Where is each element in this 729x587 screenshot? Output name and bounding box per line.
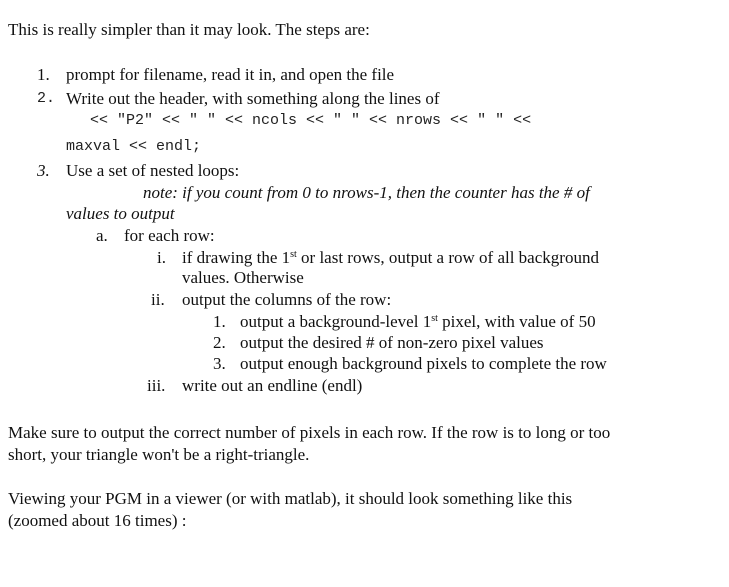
header-code-line-2: maxval << endl; xyxy=(66,138,202,155)
step-1-text: prompt for filename, read it in, and ope… xyxy=(66,65,395,84)
item-ii-1-text: output a background-level 1st pixel, wit… xyxy=(240,312,596,332)
step-2-text: Write out the header, with something alo… xyxy=(66,89,440,108)
item-ii-1-text-part: pixel, with value of 50 xyxy=(437,312,596,331)
item-ii-3-marker: 3. xyxy=(213,354,226,373)
item-i-text-part: if drawing the 1 xyxy=(182,248,291,267)
note-line-1: note: if you count from 0 to nrows-1, th… xyxy=(143,183,590,202)
substep-a-marker: a. xyxy=(96,226,108,245)
item-ii-1-superscript: st xyxy=(431,313,438,324)
item-i-marker: i. xyxy=(157,248,166,267)
paragraph-2-line-1: Viewing your PGM in a viewer (or with ma… xyxy=(8,489,573,508)
item-ii-1-text-part: output a background-level 1 xyxy=(240,312,432,331)
step-3-marker: 3. xyxy=(37,161,50,180)
item-iii-marker: iii. xyxy=(147,376,166,395)
item-i-text: if drawing the 1st or last rows, output … xyxy=(182,248,599,268)
step-1-marker: 1. xyxy=(37,65,50,84)
item-i-superscript: st xyxy=(290,249,297,260)
item-ii-marker: ii. xyxy=(151,290,165,309)
item-ii-2-marker: 2. xyxy=(213,333,226,352)
step-2-marker: 2. xyxy=(37,90,56,107)
item-i-text-part: or last rows, output a row of all backgr… xyxy=(296,248,599,267)
item-ii-2-text: output the desired # of non-zero pixel v… xyxy=(240,333,544,352)
paragraph-1-line-2: short, your triangle won't be a right-tr… xyxy=(8,445,310,464)
header-code-line-1: << "P2" << " " << ncols << " " << nrows … xyxy=(90,112,532,129)
item-i-text-line-2: values. Otherwise xyxy=(182,268,304,287)
item-ii-3-text: output enough background pixels to compl… xyxy=(240,354,607,373)
paragraph-1-line-1: Make sure to output the correct number o… xyxy=(8,423,611,442)
paragraph-2-line-2: (zoomed about 16 times) : xyxy=(8,511,187,530)
note-line-2: values to output xyxy=(66,204,175,223)
step-3-text: Use a set of nested loops: xyxy=(66,161,240,180)
item-ii-text: output the columns of the row: xyxy=(182,290,392,309)
substep-a-text: for each row: xyxy=(124,226,215,245)
item-iii-text: write out an endline (endl) xyxy=(182,376,363,395)
intro-text: This is really simpler than it may look.… xyxy=(8,20,370,39)
item-ii-1-marker: 1. xyxy=(213,312,226,331)
